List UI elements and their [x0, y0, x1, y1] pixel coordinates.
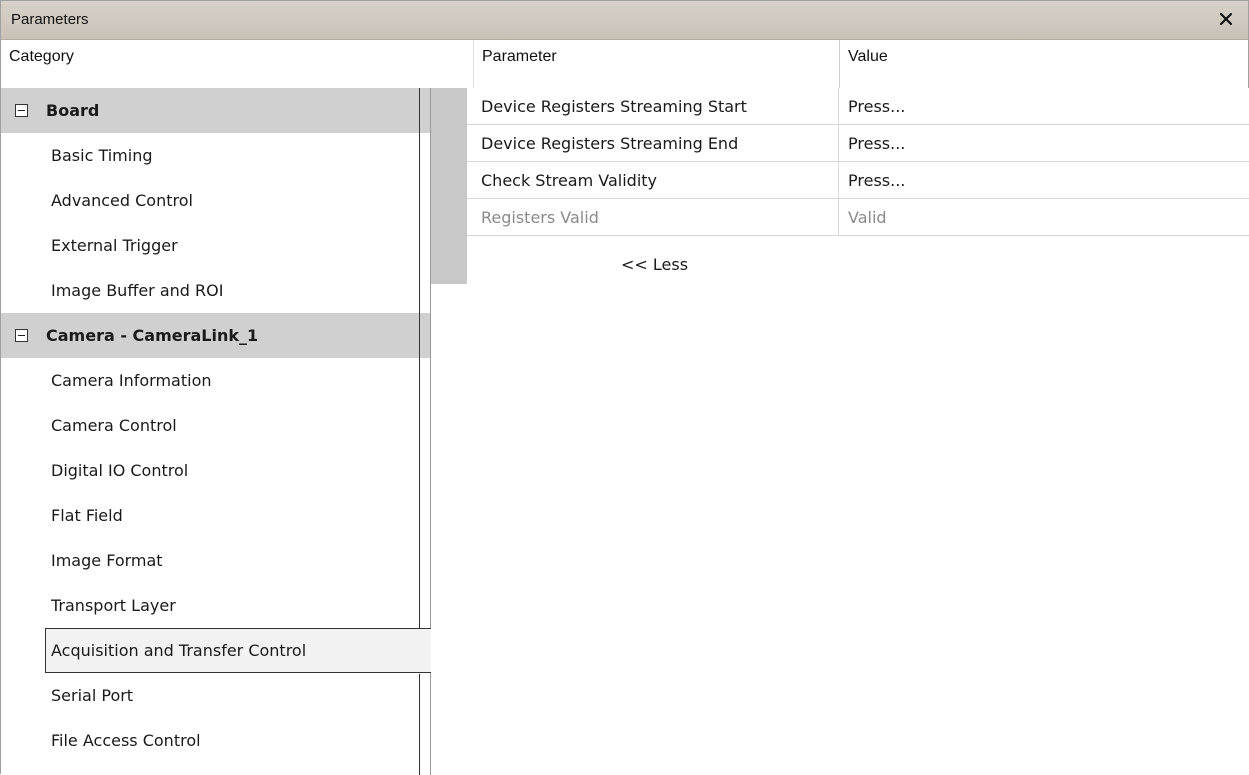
category-group-label: Board: [46, 101, 100, 120]
category-item-transport-layer[interactable]: Transport Layer: [1, 583, 430, 628]
category-item-digital-io-control[interactable]: Digital IO Control: [1, 448, 430, 493]
parameters-window: Parameters Category Parameter Value Boar…: [0, 0, 1249, 775]
category-item-camera-control[interactable]: Camera Control: [1, 403, 430, 448]
collapse-icon[interactable]: [15, 329, 28, 342]
collapse-icon[interactable]: [15, 104, 28, 117]
window-title: Parameters: [11, 11, 89, 28]
less-toggle-link[interactable]: << Less: [621, 255, 688, 274]
parameter-row[interactable]: Device Registers Streaming End Press...: [467, 125, 1249, 162]
parameter-value-button[interactable]: Press...: [839, 125, 1249, 161]
category-group-camera[interactable]: Camera - CameraLink_1: [1, 313, 430, 358]
parameter-name: Check Stream Validity: [467, 162, 839, 198]
column-headers: Category Parameter Value: [1, 40, 1248, 88]
selection-edge-line: [419, 674, 420, 775]
row-header-gutter: [431, 88, 467, 284]
category-item-serial-port[interactable]: Serial Port: [1, 673, 430, 718]
parameter-name: Registers Valid: [467, 199, 839, 235]
category-group-label: Camera - CameraLink_1: [46, 326, 259, 345]
parameter-name: Device Registers Streaming End: [467, 125, 839, 161]
category-item-image-format[interactable]: Image Format: [1, 538, 430, 583]
title-bar[interactable]: Parameters: [1, 1, 1248, 40]
parameter-value: Valid: [848, 207, 887, 227]
category-group-board[interactable]: Board: [1, 88, 430, 133]
parameter-row: Registers Valid Valid: [467, 199, 1249, 236]
category-item-flat-field[interactable]: Flat Field: [1, 493, 430, 538]
parameter-row[interactable]: Check Stream Validity Press...: [467, 162, 1249, 199]
parameter-header[interactable]: Parameter: [473, 40, 839, 88]
category-item-basic-timing[interactable]: Basic Timing: [1, 133, 430, 178]
parameter-value-button[interactable]: Press...: [839, 88, 1249, 124]
category-item-advanced-control[interactable]: Advanced Control: [1, 178, 430, 223]
category-item-file-access-control[interactable]: File Access Control: [1, 718, 430, 763]
parameter-grid: Device Registers Streaming Start Press..…: [431, 88, 1249, 775]
category-item-camera-information[interactable]: Camera Information: [1, 358, 430, 403]
parameter-value-button[interactable]: Press...: [839, 162, 1249, 198]
parameter-name: Device Registers Streaming Start: [467, 88, 839, 124]
parameter-row[interactable]: Device Registers Streaming Start Press..…: [467, 88, 1249, 125]
category-tree: Board Basic Timing Advanced Control Exte…: [1, 88, 432, 775]
selection-edge-line: [419, 88, 420, 628]
category-item-image-buffer-roi[interactable]: Image Buffer and ROI: [1, 268, 430, 313]
close-button[interactable]: [1214, 7, 1238, 31]
value-header[interactable]: Value: [839, 40, 1248, 88]
category-item-acquisition-transfer-control[interactable]: Acquisition and Transfer Control: [45, 628, 432, 673]
close-icon: [1219, 12, 1233, 26]
category-item-external-trigger[interactable]: External Trigger: [1, 223, 430, 268]
category-header[interactable]: Category: [1, 40, 473, 88]
